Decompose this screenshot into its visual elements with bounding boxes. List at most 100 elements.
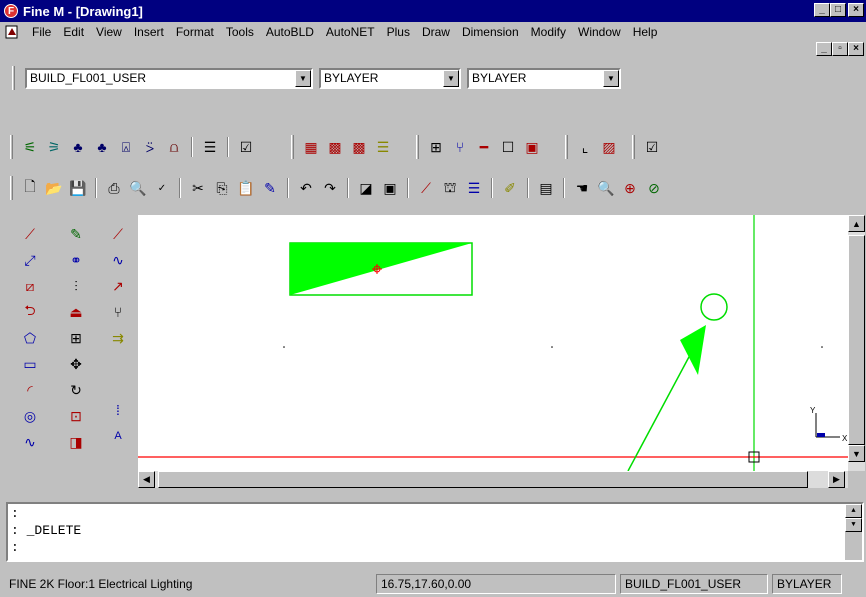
- multiline-icon[interactable]: ⧄: [18, 274, 42, 298]
- undo-icon[interactable]: ↶: [295, 177, 317, 199]
- print-icon[interactable]: ⎙: [103, 177, 125, 199]
- menu-file[interactable]: File: [26, 25, 57, 39]
- toolbar-grip[interactable]: [10, 135, 13, 159]
- pan-icon[interactable]: ☚: [571, 177, 593, 199]
- layer-select[interactable]: BUILD_FL001_USER ▼: [25, 67, 313, 89]
- toolbar-grip[interactable]: [10, 176, 13, 200]
- pipe-icon[interactable]: ⑂: [449, 136, 471, 158]
- distance-icon[interactable]: ⟋: [415, 177, 437, 199]
- cut-icon[interactable]: ✂: [187, 177, 209, 199]
- paste-icon[interactable]: 📋: [235, 177, 257, 199]
- toolbar-grip[interactable]: [12, 66, 15, 90]
- menu-help[interactable]: Help: [627, 25, 664, 39]
- check-icon[interactable]: ☑: [641, 136, 663, 158]
- edit-box-icon[interactable]: ▣: [521, 136, 543, 158]
- route-tool-icon[interactable]: ⚞: [43, 136, 65, 158]
- print-preview-icon[interactable]: 🔍: [127, 177, 149, 199]
- chevron-down-icon[interactable]: ▼: [603, 69, 619, 87]
- menu-tools[interactable]: Tools: [220, 25, 260, 39]
- fork-icon[interactable]: ⑂: [106, 300, 130, 324]
- zoom-previous-icon[interactable]: ⊘: [643, 177, 665, 199]
- select-window-icon[interactable]: ◪: [355, 177, 377, 199]
- arrows-right-icon[interactable]: ⇉: [106, 326, 130, 350]
- arrow-line-icon[interactable]: ↗: [106, 274, 130, 298]
- curve-icon[interactable]: ∿: [106, 248, 130, 272]
- edit-wall-icon[interactable]: ▩: [324, 136, 346, 158]
- menu-autonet[interactable]: AutoNET: [320, 25, 381, 39]
- offset-icon[interactable]: ⏏: [64, 300, 88, 324]
- pen-icon[interactable]: ✐: [499, 177, 521, 199]
- text-style-icon[interactable]: ⁞: [106, 398, 130, 422]
- scroll-down-icon[interactable]: ▼: [848, 445, 865, 462]
- horizontal-scrollbar[interactable]: ◀ ▶: [138, 471, 848, 488]
- toolbar-grip[interactable]: [632, 135, 635, 159]
- circle-icon[interactable]: ◎: [18, 404, 42, 428]
- text-insert-icon[interactable]: A: [106, 424, 130, 448]
- spline-icon[interactable]: ∿: [18, 430, 42, 454]
- segment-icon[interactable]: ━: [473, 136, 495, 158]
- menu-plus[interactable]: Plus: [381, 25, 416, 39]
- block-icon[interactable]: ⛫: [439, 177, 461, 199]
- status-linetype[interactable]: BYLAYER: [772, 574, 842, 594]
- copy-icon[interactable]: ⎘: [211, 177, 233, 199]
- scroll-left-icon[interactable]: ◀: [138, 471, 155, 488]
- close-button[interactable]: ×: [848, 3, 864, 17]
- linetype-select[interactable]: BYLAYER ▼: [467, 67, 621, 89]
- vertical-scrollbar[interactable]: ▲ ▼: [848, 215, 865, 471]
- ray-icon[interactable]: ⟋: [106, 222, 130, 246]
- new-file-icon[interactable]: 🗋: [19, 177, 41, 199]
- vertical-scroll-thumb[interactable]: [848, 235, 865, 445]
- rectangle-icon[interactable]: ▭: [18, 352, 42, 376]
- save-icon[interactable]: 💾: [67, 177, 89, 199]
- toolbar-grip[interactable]: [416, 135, 419, 159]
- mdi-minimize-button[interactable]: _: [816, 42, 832, 56]
- spell-check-icon[interactable]: ✓: [151, 177, 173, 199]
- object-properties-icon[interactable]: ▣: [379, 177, 401, 199]
- zoom-realtime-icon[interactable]: 🔍: [595, 177, 617, 199]
- box-icon[interactable]: ☐: [497, 136, 519, 158]
- move-icon[interactable]: ✥: [64, 352, 88, 376]
- symbol-tool-icon[interactable]: ⍓: [115, 136, 137, 158]
- edit-plan-icon[interactable]: ▩: [348, 136, 370, 158]
- wire-tool-icon[interactable]: ⚟: [19, 136, 41, 158]
- minimize-button[interactable]: _: [814, 3, 830, 17]
- arc-icon[interactable]: ◜: [18, 378, 42, 402]
- fixture-tool-icon[interactable]: ⩍: [163, 136, 185, 158]
- polygon-icon[interactable]: ⬠: [18, 326, 42, 350]
- level-icon[interactable]: ☰: [372, 136, 394, 158]
- chevron-down-icon[interactable]: ▼: [295, 69, 311, 87]
- maximize-button[interactable]: □: [830, 3, 846, 17]
- list-icon[interactable]: ☰: [199, 136, 221, 158]
- command-scrollbar[interactable]: ▲ ▼: [845, 504, 862, 560]
- properties-icon[interactable]: ☑: [235, 136, 257, 158]
- status-layer[interactable]: BUILD_FL001_USER: [620, 574, 768, 594]
- redo-icon[interactable]: ↷: [319, 177, 341, 199]
- stretch-icon[interactable]: ◨: [64, 430, 88, 454]
- menu-insert[interactable]: Insert: [128, 25, 170, 39]
- grid-icon[interactable]: ⊞: [425, 136, 447, 158]
- menu-format[interactable]: Format: [170, 25, 220, 39]
- rotate-icon[interactable]: ↻: [64, 378, 88, 402]
- open-folder-icon[interactable]: 📂: [43, 177, 65, 199]
- mdi-close-button[interactable]: ×: [848, 42, 864, 56]
- wall-icon[interactable]: ▦: [300, 136, 322, 158]
- scroll-up-icon[interactable]: ▲: [848, 215, 865, 232]
- polyline-icon[interactable]: ⮌: [18, 300, 42, 324]
- dimension-icon[interactable]: ☰: [463, 177, 485, 199]
- drawing-canvas[interactable]: Y X: [138, 215, 848, 471]
- zoom-window-icon[interactable]: ⊕: [619, 177, 641, 199]
- copy-object-icon[interactable]: ⚭: [64, 248, 88, 272]
- line-icon[interactable]: ⟋: [18, 222, 42, 246]
- array-icon[interactable]: ⊞: [64, 326, 88, 350]
- menu-edit[interactable]: Edit: [57, 25, 90, 39]
- app-icon[interactable]: F: [4, 4, 18, 18]
- menu-window[interactable]: Window: [572, 25, 627, 39]
- mirror-icon[interactable]: ⫶: [64, 274, 88, 298]
- menu-autobld[interactable]: AutoBLD: [260, 25, 320, 39]
- command-window[interactable]: : : _DELETE : ▲ ▼: [6, 502, 864, 562]
- mdi-restore-button[interactable]: ▫: [832, 42, 848, 56]
- menu-modify[interactable]: Modify: [525, 25, 572, 39]
- match-properties-icon[interactable]: ✎: [259, 177, 281, 199]
- device-group-icon[interactable]: ♣: [91, 136, 113, 158]
- scroll-down-icon[interactable]: ▼: [845, 518, 862, 532]
